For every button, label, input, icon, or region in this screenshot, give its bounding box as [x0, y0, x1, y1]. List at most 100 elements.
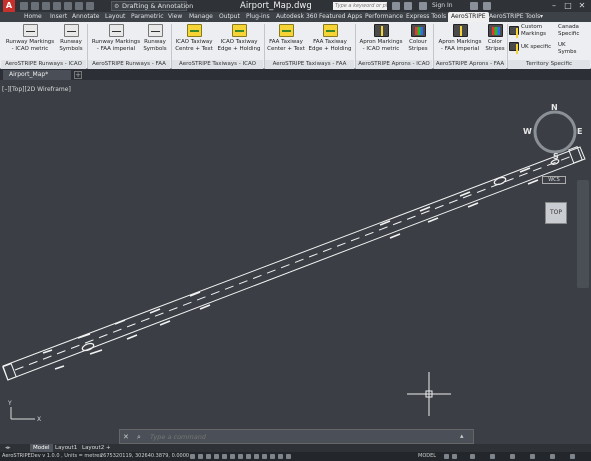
- tab-model[interactable]: Model: [30, 444, 53, 452]
- quick-view-layouts-icon[interactable]: [444, 454, 449, 459]
- apron-markings-faa-button[interactable]: Apron Markings - FAA imperial: [435, 24, 485, 52]
- tab-aerostripe-tools[interactable]: AeroSTRIPE Tools: [489, 12, 540, 22]
- runway-markings-icao-button[interactable]: Runway Markings - ICAO metric: [3, 24, 57, 52]
- tab-insert[interactable]: Insert: [50, 12, 67, 22]
- custom-markings-button[interactable]: Custom Markings: [509, 24, 555, 38]
- application-menu-button[interactable]: A: [3, 0, 15, 12]
- workspace-switch-icon[interactable]: [490, 454, 495, 459]
- tab-parametric[interactable]: Parametric: [131, 12, 164, 22]
- runway-symbols-icao-button[interactable]: Runway Symbols: [56, 24, 86, 52]
- icao-taxiway-edge-button[interactable]: ICAO Taxiway Edge + Holding: [216, 24, 262, 52]
- button-label: Centre + Text: [175, 45, 213, 52]
- search-input[interactable]: Type a keyword or phrase: [333, 2, 387, 10]
- tab-layout1[interactable]: Layout1: [52, 444, 80, 452]
- new-tab-button[interactable]: +: [74, 71, 82, 79]
- clean-screen-icon[interactable]: [570, 454, 575, 459]
- save-icon[interactable]: [42, 2, 50, 10]
- model-space-toggle[interactable]: MODEL: [418, 452, 436, 461]
- button-label: Edge + Holding: [308, 45, 352, 52]
- ribbon-options-icon[interactable]: ▾: [540, 12, 543, 22]
- dyn-icon[interactable]: [254, 454, 259, 459]
- runway-markings-faa-button[interactable]: Runway Markings - FAA imperial: [90, 24, 142, 52]
- tab-layout[interactable]: Layout: [105, 12, 125, 22]
- faa-taxiway-center-button[interactable]: FAA Taxiway Center + Text: [266, 24, 306, 52]
- uk-specific-button[interactable]: UK specific: [509, 42, 557, 54]
- drawing-viewport[interactable]: [–][Top][2D Wireframe] Y X TOP N S E W W…: [0, 80, 591, 429]
- canada-specific-button[interactable]: Canada Specific: [558, 24, 589, 37]
- save-as-icon[interactable]: [53, 2, 61, 10]
- layout-nav-icon[interactable]: ◂▸: [2, 444, 14, 452]
- sign-in-link[interactable]: Sign In: [432, 0, 453, 12]
- navigation-bar[interactable]: [577, 180, 589, 288]
- annotation-scale-icon[interactable]: [470, 454, 475, 459]
- exchange-icon[interactable]: [470, 2, 478, 10]
- viewcube-east[interactable]: E: [577, 127, 582, 136]
- viewcube-north[interactable]: N: [551, 103, 558, 112]
- ucs-x-label: X: [37, 416, 41, 423]
- tab-annotate[interactable]: Annotate: [72, 12, 99, 22]
- tab-performance[interactable]: Performance: [365, 12, 403, 22]
- polar-icon[interactable]: [222, 454, 227, 459]
- command-icon[interactable]: ⌕: [137, 433, 141, 442]
- colour-stripes-icao-button[interactable]: Colour Stripes: [405, 24, 431, 52]
- button-label: Stripes: [485, 45, 505, 52]
- close-icon[interactable]: ✕: [123, 433, 129, 441]
- tab-home[interactable]: Home: [24, 12, 42, 22]
- open-file-icon[interactable]: [31, 2, 39, 10]
- tab-plug-ins[interactable]: Plug-ins: [246, 12, 270, 22]
- faa-taxiway-edge-button[interactable]: FAA Taxiway Edge + Holding: [307, 24, 353, 52]
- otrack-icon[interactable]: [238, 454, 243, 459]
- chevron-up-icon[interactable]: ▴: [460, 432, 464, 440]
- tab-aerostripe[interactable]: AeroSTRIPE: [448, 12, 489, 22]
- tab-view[interactable]: View: [168, 12, 182, 22]
- isolate-objects-icon[interactable]: [550, 454, 555, 459]
- subscription-icon[interactable]: [404, 2, 412, 10]
- button-label: Stripes: [408, 45, 428, 52]
- maximize-icon[interactable]: □: [562, 0, 574, 12]
- grid-icon[interactable]: [190, 454, 195, 459]
- command-input[interactable]: [150, 431, 450, 442]
- viewcube-top-face[interactable]: TOP: [545, 202, 567, 224]
- runway-symbols-faa-button[interactable]: Runway Symbols: [141, 24, 169, 52]
- quick-view-drawings-icon[interactable]: [452, 454, 457, 459]
- plot-icon[interactable]: [64, 2, 72, 10]
- ducs-icon[interactable]: [246, 454, 251, 459]
- user-icon[interactable]: [419, 2, 427, 10]
- infer-icon[interactable]: [206, 454, 211, 459]
- quick-properties-icon[interactable]: [278, 454, 283, 459]
- redo-icon[interactable]: [86, 2, 94, 10]
- uk-symbols-button[interactable]: UK Symbs: [558, 42, 589, 55]
- minimize-icon[interactable]: –: [548, 0, 560, 12]
- apron-markings-icao-button[interactable]: Apron Markings - ICAO metric: [357, 24, 405, 52]
- search-icon[interactable]: [392, 2, 400, 10]
- selection-cycling-icon[interactable]: [286, 454, 291, 459]
- group-label-aprons-faa: AeroSTRIPE Aprons - FAA: [434, 60, 506, 69]
- tab-output[interactable]: Output: [219, 12, 240, 22]
- tab-manage[interactable]: Manage: [189, 12, 213, 22]
- file-tab-airport-map[interactable]: Airport_Map*: [3, 70, 71, 80]
- taxiway-centre-icon: [186, 24, 202, 37]
- tab-autodesk-360[interactable]: Autodesk 360: [276, 12, 317, 22]
- button-label: - FAA imperial: [440, 45, 480, 52]
- add-layout-icon[interactable]: +: [103, 444, 114, 452]
- ortho-icon[interactable]: [214, 454, 219, 459]
- tab-featured-apps[interactable]: Featured Apps: [319, 12, 362, 22]
- transparency-icon[interactable]: [270, 454, 275, 459]
- osnap-icon[interactable]: [230, 454, 235, 459]
- lineweight-icon[interactable]: [262, 454, 267, 459]
- wcs-menu[interactable]: WCS: [542, 176, 566, 184]
- close-icon[interactable]: ✕: [576, 0, 588, 12]
- viewcube-west[interactable]: W: [523, 127, 532, 136]
- workspace-dropdown[interactable]: ⚙ Drafting & Annotation: [111, 1, 193, 11]
- viewcube-south[interactable]: S: [553, 152, 559, 161]
- file-tab-bar: Airport_Map* +: [0, 69, 591, 80]
- help-icon[interactable]: [483, 2, 491, 10]
- tab-express-tools[interactable]: Express Tools: [406, 12, 446, 22]
- lock-icon[interactable]: [510, 454, 515, 459]
- new-file-icon[interactable]: [20, 2, 28, 10]
- hardware-acceleration-icon[interactable]: [530, 454, 535, 459]
- color-stripes-faa-button[interactable]: Color Stripes: [484, 24, 506, 52]
- undo-icon[interactable]: [75, 2, 83, 10]
- icao-taxiway-centre-button[interactable]: ICAO Taxiway Centre + Text: [173, 24, 215, 52]
- snap-icon[interactable]: [198, 454, 203, 459]
